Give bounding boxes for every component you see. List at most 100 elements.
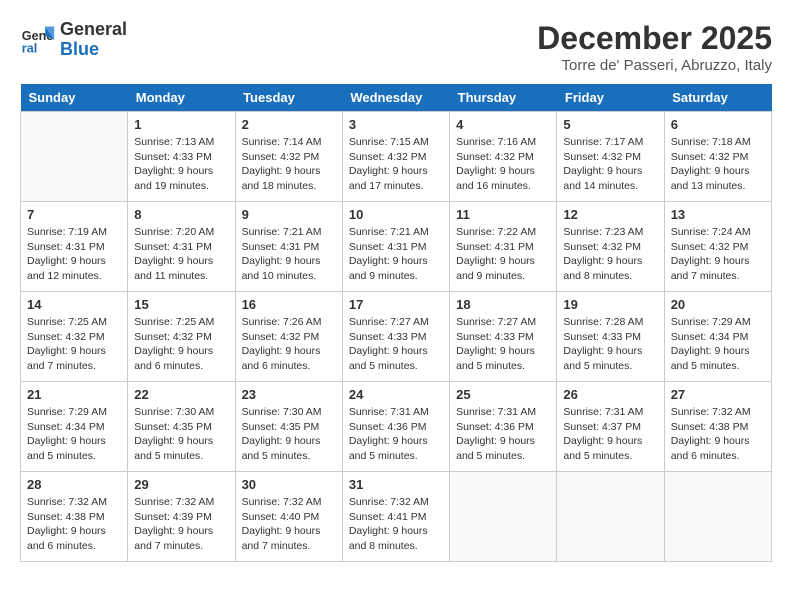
week-row-5: 28 Sunrise: 7:32 AM Sunset: 4:38 PM Dayli… xyxy=(21,472,772,562)
day-number: 27 xyxy=(671,387,765,402)
day-info: Sunrise: 7:30 AM Sunset: 4:35 PM Dayligh… xyxy=(134,405,228,464)
day-number: 14 xyxy=(27,297,121,312)
day-number: 28 xyxy=(27,477,121,492)
weekday-header-friday: Friday xyxy=(557,84,664,112)
week-row-3: 14 Sunrise: 7:25 AM Sunset: 4:32 PM Dayli… xyxy=(21,292,772,382)
day-cell: 7 Sunrise: 7:19 AM Sunset: 4:31 PM Daylig… xyxy=(21,202,128,292)
day-info: Sunrise: 7:32 AM Sunset: 4:38 PM Dayligh… xyxy=(27,495,121,554)
day-number: 3 xyxy=(349,117,443,132)
day-number: 5 xyxy=(563,117,657,132)
day-info: Sunrise: 7:18 AM Sunset: 4:32 PM Dayligh… xyxy=(671,135,765,194)
day-info: Sunrise: 7:22 AM Sunset: 4:31 PM Dayligh… xyxy=(456,225,550,284)
logo-line2: Blue xyxy=(60,40,127,60)
weekday-header-tuesday: Tuesday xyxy=(235,84,342,112)
day-cell: 12 Sunrise: 7:23 AM Sunset: 4:32 PM Dayli… xyxy=(557,202,664,292)
weekday-header-row: SundayMondayTuesdayWednesdayThursdayFrid… xyxy=(21,84,772,112)
weekday-header-monday: Monday xyxy=(128,84,235,112)
day-cell xyxy=(664,472,771,562)
day-info: Sunrise: 7:25 AM Sunset: 4:32 PM Dayligh… xyxy=(134,315,228,374)
day-info: Sunrise: 7:27 AM Sunset: 4:33 PM Dayligh… xyxy=(349,315,443,374)
day-number: 2 xyxy=(242,117,336,132)
day-cell xyxy=(450,472,557,562)
day-info: Sunrise: 7:26 AM Sunset: 4:32 PM Dayligh… xyxy=(242,315,336,374)
day-number: 9 xyxy=(242,207,336,222)
day-info: Sunrise: 7:25 AM Sunset: 4:32 PM Dayligh… xyxy=(27,315,121,374)
day-info: Sunrise: 7:20 AM Sunset: 4:31 PM Dayligh… xyxy=(134,225,228,284)
day-info: Sunrise: 7:31 AM Sunset: 4:36 PM Dayligh… xyxy=(456,405,550,464)
day-number: 20 xyxy=(671,297,765,312)
day-cell: 15Sunrise: 7:25 AM Sunset: 4:32 PM Dayli… xyxy=(128,292,235,382)
day-number: 26 xyxy=(563,387,657,402)
logo-line1: General xyxy=(60,20,127,40)
day-cell: 30Sunrise: 7:32 AM Sunset: 4:40 PM Dayli… xyxy=(235,472,342,562)
day-cell: 18Sunrise: 7:27 AM Sunset: 4:33 PM Dayli… xyxy=(450,292,557,382)
day-number: 4 xyxy=(456,117,550,132)
svg-text:ral: ral xyxy=(22,41,37,55)
day-cell: 2 Sunrise: 7:14 AM Sunset: 4:32 PM Daylig… xyxy=(235,112,342,202)
weekday-header-wednesday: Wednesday xyxy=(342,84,449,112)
day-info: Sunrise: 7:27 AM Sunset: 4:33 PM Dayligh… xyxy=(456,315,550,374)
day-number: 23 xyxy=(242,387,336,402)
day-info: Sunrise: 7:13 AM Sunset: 4:33 PM Dayligh… xyxy=(134,135,228,194)
day-number: 25 xyxy=(456,387,550,402)
day-info: Sunrise: 7:30 AM Sunset: 4:35 PM Dayligh… xyxy=(242,405,336,464)
day-number: 19 xyxy=(563,297,657,312)
day-number: 29 xyxy=(134,477,228,492)
day-cell: 21Sunrise: 7:29 AM Sunset: 4:34 PM Dayli… xyxy=(21,382,128,472)
day-info: Sunrise: 7:24 AM Sunset: 4:32 PM Dayligh… xyxy=(671,225,765,284)
day-cell: 6 Sunrise: 7:18 AM Sunset: 4:32 PM Daylig… xyxy=(664,112,771,202)
weekday-header-sunday: Sunday xyxy=(21,84,128,112)
day-cell: 14 Sunrise: 7:25 AM Sunset: 4:32 PM Dayli… xyxy=(21,292,128,382)
day-info: Sunrise: 7:16 AM Sunset: 4:32 PM Dayligh… xyxy=(456,135,550,194)
day-cell: 22 Sunrise: 7:30 AM Sunset: 4:35 PM Dayli… xyxy=(128,382,235,472)
day-cell: 31Sunrise: 7:32 AM Sunset: 4:41 PM Dayli… xyxy=(342,472,449,562)
title-area: December 2025 Torre de' Passeri, Abruzzo… xyxy=(537,20,772,74)
month-title: December 2025 xyxy=(537,20,772,57)
day-info: Sunrise: 7:14 AM Sunset: 4:32 PM Dayligh… xyxy=(242,135,336,194)
day-info: Sunrise: 7:21 AM Sunset: 4:31 PM Dayligh… xyxy=(349,225,443,284)
day-cell: 25 Sunrise: 7:31 AM Sunset: 4:36 PM Dayli… xyxy=(450,382,557,472)
day-info: Sunrise: 7:32 AM Sunset: 4:40 PM Dayligh… xyxy=(242,495,336,554)
day-number: 13 xyxy=(671,207,765,222)
day-cell xyxy=(557,472,664,562)
day-number: 17 xyxy=(349,297,443,312)
week-row-4: 21Sunrise: 7:29 AM Sunset: 4:34 PM Dayli… xyxy=(21,382,772,472)
day-cell: 19 Sunrise: 7:28 AM Sunset: 4:33 PM Dayli… xyxy=(557,292,664,382)
day-cell: 3Sunrise: 7:15 AM Sunset: 4:32 PM Daylig… xyxy=(342,112,449,202)
day-cell: 10 Sunrise: 7:21 AM Sunset: 4:31 PM Dayli… xyxy=(342,202,449,292)
day-cell: 20 Sunrise: 7:29 AM Sunset: 4:34 PM Dayli… xyxy=(664,292,771,382)
day-number: 10 xyxy=(349,207,443,222)
day-number: 1 xyxy=(134,117,228,132)
week-row-1: 1 Sunrise: 7:13 AM Sunset: 4:33 PM Daylig… xyxy=(21,112,772,202)
day-cell: 4 Sunrise: 7:16 AM Sunset: 4:32 PM Daylig… xyxy=(450,112,557,202)
day-cell xyxy=(21,112,128,202)
day-cell: 26Sunrise: 7:31 AM Sunset: 4:37 PM Dayli… xyxy=(557,382,664,472)
day-number: 22 xyxy=(134,387,228,402)
weekday-header-saturday: Saturday xyxy=(664,84,771,112)
week-row-2: 7 Sunrise: 7:19 AM Sunset: 4:31 PM Daylig… xyxy=(21,202,772,292)
day-number: 7 xyxy=(27,207,121,222)
day-info: Sunrise: 7:32 AM Sunset: 4:38 PM Dayligh… xyxy=(671,405,765,464)
day-info: Sunrise: 7:29 AM Sunset: 4:34 PM Dayligh… xyxy=(671,315,765,374)
day-cell: 28 Sunrise: 7:32 AM Sunset: 4:38 PM Dayli… xyxy=(21,472,128,562)
weekday-header-thursday: Thursday xyxy=(450,84,557,112)
day-cell: 17 Sunrise: 7:27 AM Sunset: 4:33 PM Dayli… xyxy=(342,292,449,382)
day-info: Sunrise: 7:31 AM Sunset: 4:36 PM Dayligh… xyxy=(349,405,443,464)
calendar-table: SundayMondayTuesdayWednesdayThursdayFrid… xyxy=(20,84,772,562)
day-cell: 27 Sunrise: 7:32 AM Sunset: 4:38 PM Dayli… xyxy=(664,382,771,472)
day-cell: 11Sunrise: 7:22 AM Sunset: 4:31 PM Dayli… xyxy=(450,202,557,292)
day-info: Sunrise: 7:23 AM Sunset: 4:32 PM Dayligh… xyxy=(563,225,657,284)
day-number: 6 xyxy=(671,117,765,132)
day-info: Sunrise: 7:17 AM Sunset: 4:32 PM Dayligh… xyxy=(563,135,657,194)
day-info: Sunrise: 7:19 AM Sunset: 4:31 PM Dayligh… xyxy=(27,225,121,284)
day-info: Sunrise: 7:29 AM Sunset: 4:34 PM Dayligh… xyxy=(27,405,121,464)
day-cell: 23 Sunrise: 7:30 AM Sunset: 4:35 PM Dayli… xyxy=(235,382,342,472)
day-number: 12 xyxy=(563,207,657,222)
day-cell: 1 Sunrise: 7:13 AM Sunset: 4:33 PM Daylig… xyxy=(128,112,235,202)
day-info: Sunrise: 7:32 AM Sunset: 4:41 PM Dayligh… xyxy=(349,495,443,554)
day-cell: 9Sunrise: 7:21 AM Sunset: 4:31 PM Daylig… xyxy=(235,202,342,292)
day-cell: 5 Sunrise: 7:17 AM Sunset: 4:32 PM Daylig… xyxy=(557,112,664,202)
day-info: Sunrise: 7:28 AM Sunset: 4:33 PM Dayligh… xyxy=(563,315,657,374)
day-number: 16 xyxy=(242,297,336,312)
logo: Gene ral General Blue xyxy=(20,20,127,60)
